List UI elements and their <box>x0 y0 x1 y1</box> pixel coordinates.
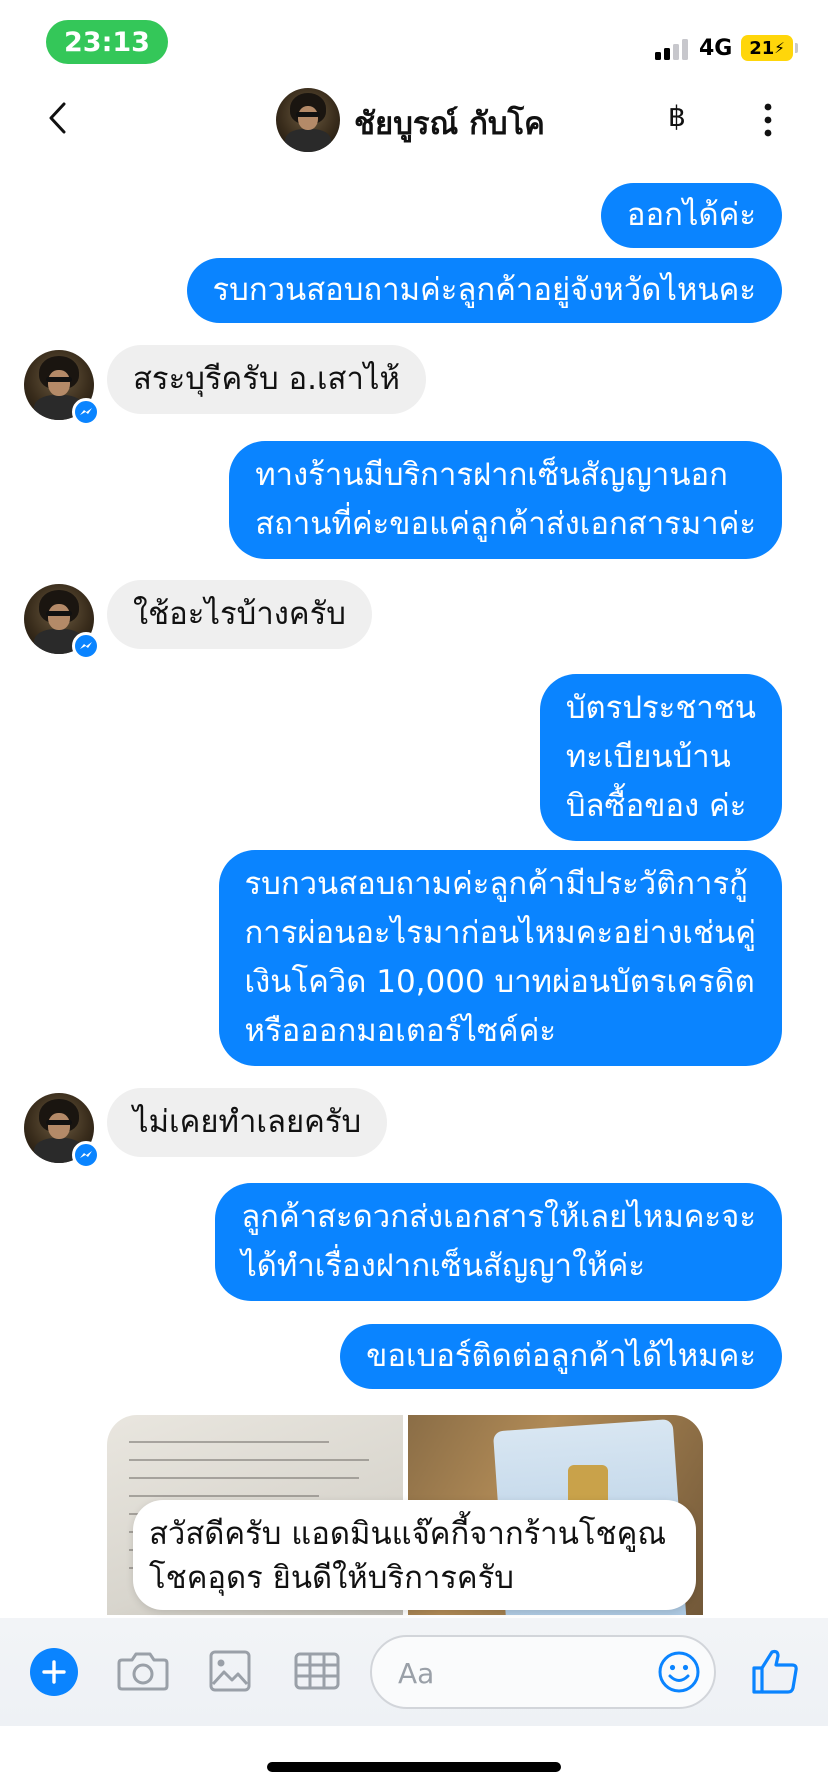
toast-line: โชคอุดร ยินดีให้บริการครับ <box>149 1560 514 1596</box>
message-bubble-outgoing[interactable]: ออกได้ค่ะ <box>600 183 782 248</box>
message-text-line: รบกวนสอบถามค่ะลูกค้ามีประวัติการกู้ <box>244 866 748 902</box>
baht-icon[interactable]: ฿ <box>668 100 686 133</box>
message-bubble-incoming[interactable]: ไม่เคยทำเลยครับ <box>107 1088 388 1157</box>
plus-icon[interactable] <box>30 1648 78 1696</box>
message-text: สระบุรีครับ อ.เสาไห้ <box>133 361 400 397</box>
thumbs-up-icon[interactable] <box>748 1644 800 1698</box>
message-bubble-outgoing[interactable]: รบกวนสอบถามค่ะลูกค้าอยู่จังหวัดไหนคะ <box>186 258 782 323</box>
emoji-icon[interactable] <box>654 1647 704 1697</box>
sender-avatar[interactable] <box>24 350 100 426</box>
network-type: 4G <box>699 36 733 61</box>
battery-level: 21 <box>749 37 775 59</box>
message-bubble-outgoing[interactable]: ขอเบอร์ติดต่อลูกค้าได้ไหมคะ <box>340 1324 782 1389</box>
message-composer <box>0 1618 828 1726</box>
message-text-line: ทะเบียนบ้าน <box>565 739 731 775</box>
image-icon[interactable] <box>199 1640 261 1702</box>
message-text-line: เงินโควิด 10,000 บาทผ่อนบัตรเครดิต <box>244 964 755 1000</box>
charging-bolt-icon: ⚡ <box>774 39 785 57</box>
message-bubble-outgoing[interactable]: บัตรประชาชน ทะเบียนบ้าน บิลซื้อของ ค่ะ <box>539 674 782 841</box>
home-indicator[interactable] <box>267 1762 561 1772</box>
status-time: 23:13 <box>46 20 168 64</box>
greeting-toast: สวัสดีครับ แอดมินแจ๊คกี้จากร้านโชคูณ โชค… <box>133 1500 696 1610</box>
message-text-line: สถานที่ค่ะขอแค่ลูกค้าส่งเอกสารมาค่ะ <box>255 506 756 542</box>
message-text: ขอเบอร์ติดต่อลูกค้าได้ไหมคะ <box>366 1338 756 1374</box>
message-text-line: ได้ทำเรื่องฝากเซ็นสัญญาให้ค่ะ <box>241 1248 646 1284</box>
message-text-line: บิลซื้อของ ค่ะ <box>565 788 747 824</box>
message-text: ออกได้ค่ะ <box>626 197 756 233</box>
toast-line: สวัสดีครับ แอดมินแจ๊คกี้จากร้านโชคูณ <box>149 1516 667 1552</box>
message-bubble-outgoing[interactable]: รบกวนสอบถามค่ะลูกค้ามีประวัติการกู้ การผ… <box>218 850 782 1066</box>
message-input[interactable] <box>398 1651 618 1695</box>
message-text-line: บัตรประชาชน <box>565 690 756 726</box>
messenger-badge-icon <box>72 632 100 660</box>
message-text: ใช้อะไรบ้างครับ <box>133 596 346 632</box>
message-bubble-incoming[interactable]: สระบุรีครับ อ.เสาไห้ <box>107 345 426 414</box>
chat-header: ชัยบูรณ์ กับโค ฿ <box>0 80 828 162</box>
messenger-badge-icon <box>72 398 100 426</box>
signal-icon <box>655 38 689 60</box>
contact-name[interactable]: ชัยบูรณ์ กับโค <box>354 98 545 148</box>
keyboard-icon[interactable] <box>286 1640 348 1702</box>
more-vertical-icon[interactable] <box>758 102 778 138</box>
back-button[interactable] <box>40 98 80 138</box>
message-bubble-outgoing[interactable]: ทางร้านมีบริการฝากเซ็นสัญญานอก สถานที่ค่… <box>229 441 782 559</box>
camera-icon[interactable] <box>112 1640 174 1702</box>
battery-icon: 21 ⚡ <box>741 35 798 61</box>
message-text-line: ลูกค้าสะดวกส่งเอกสารให้เลยไหมคะจะ <box>241 1199 756 1235</box>
message-text: รบกวนสอบถามค่ะลูกค้าอยู่จังหวัดไหนคะ <box>212 272 756 308</box>
message-input-box[interactable] <box>370 1635 716 1709</box>
contact-avatar[interactable] <box>276 88 340 152</box>
status-bar: 23:13 4G 21 ⚡ <box>0 0 828 80</box>
sender-avatar[interactable] <box>24 1093 100 1169</box>
messenger-badge-icon <box>72 1141 100 1169</box>
message-bubble-incoming[interactable]: ใช้อะไรบ้างครับ <box>107 580 372 649</box>
sender-avatar[interactable] <box>24 584 100 660</box>
message-text: ไม่เคยทำเลยครับ <box>133 1104 362 1140</box>
message-bubble-outgoing[interactable]: ลูกค้าสะดวกส่งเอกสารให้เลยไหมคะจะ ได้ทำเ… <box>215 1183 782 1301</box>
message-text-line: การผ่อนอะไรมาก่อนไหมคะอย่างเช่นคู่ <box>244 915 756 951</box>
back-icon <box>49 102 66 134</box>
message-text-line: หรือออกมอเตอร์ไซค์ค่ะ <box>244 1013 557 1049</box>
message-text-line: ทางร้านมีบริการฝากเซ็นสัญญานอก <box>255 457 728 493</box>
